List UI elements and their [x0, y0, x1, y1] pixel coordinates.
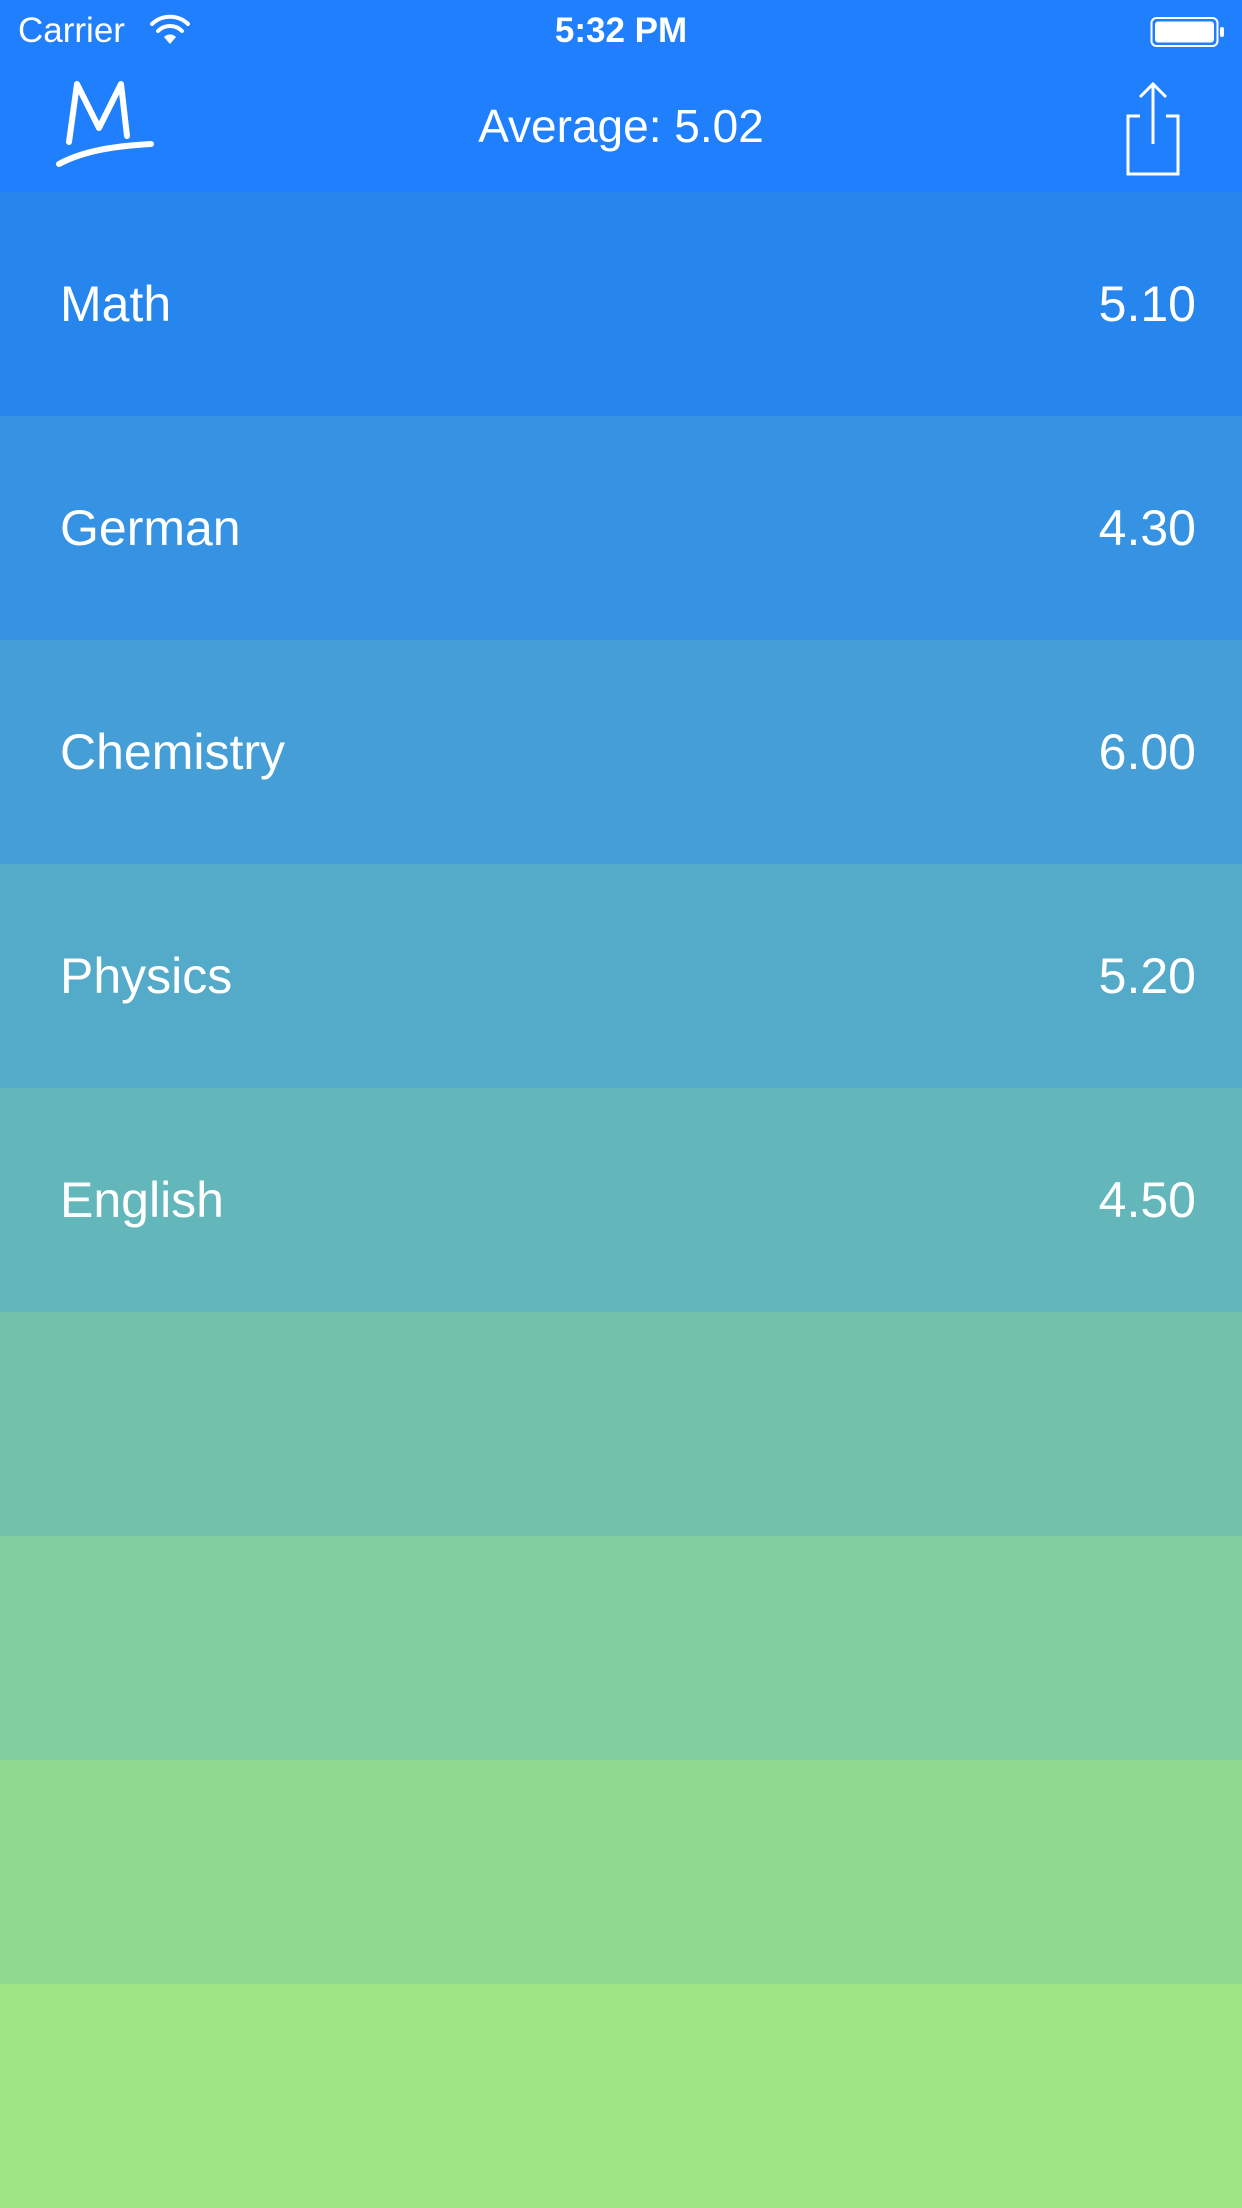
subject-name: German: [60, 500, 241, 556]
subject-grade: 6.00: [1098, 724, 1196, 780]
share-icon: [1126, 81, 1180, 176]
subject-name: English: [60, 1172, 224, 1228]
subject-grade: 5.10: [1098, 276, 1196, 332]
subject-grade: 5.20: [1098, 948, 1196, 1004]
subject-grade: 4.30: [1098, 500, 1196, 556]
battery-icon: [1150, 17, 1224, 47]
share-button[interactable]: [1118, 78, 1188, 178]
status-bar: Carrier 5:32 PM: [0, 0, 1242, 60]
subject-row-math[interactable]: Math 5.10: [0, 192, 1242, 416]
subject-list: Math 5.10 German 4.30 Chemistry 6.00 Phy…: [0, 192, 1242, 2208]
subject-row-english[interactable]: English 4.50: [0, 1088, 1242, 1312]
top-bar: Carrier 5:32 PM Average: 5.02: [0, 0, 1242, 192]
app-screen: Carrier 5:32 PM Average: 5.02 Math 5.10 …: [0, 0, 1242, 2208]
empty-row[interactable]: [0, 1312, 1242, 1536]
subject-row-chemistry[interactable]: Chemistry 6.00: [0, 640, 1242, 864]
subject-row-german[interactable]: German 4.30: [0, 416, 1242, 640]
empty-row[interactable]: [0, 1760, 1242, 1984]
empty-row[interactable]: [0, 1536, 1242, 1760]
status-time: 5:32 PM: [554, 11, 688, 50]
navigation-bar: Average: 5.02: [0, 60, 1242, 192]
subject-name: Physics: [60, 948, 233, 1004]
subject-name: Math: [60, 276, 172, 332]
subject-row-physics[interactable]: Physics 5.20: [0, 864, 1242, 1088]
empty-row[interactable]: [0, 1984, 1242, 2208]
subject-grade: 4.50: [1098, 1172, 1196, 1228]
subject-name: Chemistry: [60, 724, 286, 780]
average-title: Average: 5.02: [478, 100, 764, 152]
